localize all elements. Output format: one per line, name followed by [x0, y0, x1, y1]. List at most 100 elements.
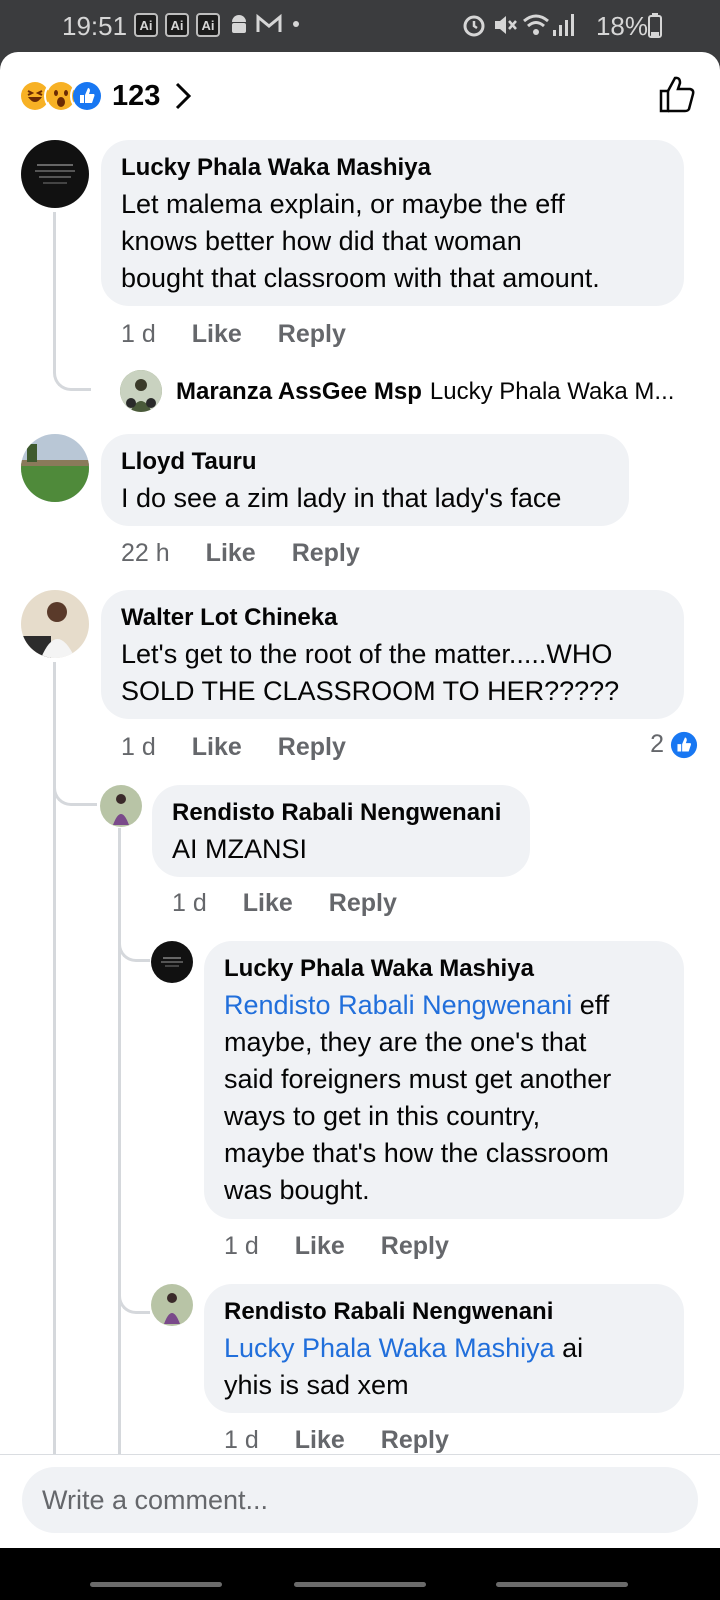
- mention-link[interactable]: Rendisto Rabali Nengwenani: [224, 990, 572, 1020]
- avatar-image: [100, 785, 142, 827]
- comment-line: Rendisto Rabali Nengwenani eff: [224, 987, 664, 1024]
- thread-connector: [53, 758, 97, 806]
- reply-preview[interactable]: Maranza AssGee Msp Lucky Phala Waka M...: [176, 378, 674, 406]
- like-button[interactable]: Like: [295, 1232, 345, 1261]
- reply-bubble[interactable]: Lucky Phala Waka Mashiya Rendisto Rabali…: [204, 941, 684, 1219]
- alarm-icon: [463, 15, 485, 37]
- comment-time: 1 d: [121, 733, 156, 761]
- comment-line: maybe that's how the classroom: [224, 1138, 609, 1168]
- status-bar: 19:51 Ai Ai Ai 18%: [0, 0, 720, 52]
- comment-line: bought that classroom with that amount.: [121, 263, 600, 293]
- reaction-count: 123: [112, 79, 161, 112]
- like-count-value: 2: [650, 730, 664, 758]
- comment-line: Let malema explain, or maybe the eff: [121, 189, 565, 219]
- comment-actions: 22 h Like Reply: [121, 539, 360, 568]
- avatar-image: [161, 957, 183, 967]
- reply-author[interactable]: Rendisto Rabali Nengwenani: [224, 1298, 664, 1326]
- ai-app-icon: Ai: [165, 13, 189, 37]
- comment-line: yhis is sad xem: [224, 1370, 409, 1400]
- reply-button[interactable]: Reply: [329, 889, 397, 918]
- like-thumb-icon[interactable]: [658, 74, 696, 114]
- comment-input[interactable]: Write a comment...: [22, 1467, 698, 1533]
- reply-bubble[interactable]: Rendisto Rabali Nengwenani AI MZANSI: [152, 785, 530, 877]
- reply-actions: 1 d Like Reply: [224, 1232, 449, 1261]
- reply-button[interactable]: Reply: [381, 1232, 449, 1261]
- like-button[interactable]: Like: [243, 889, 293, 918]
- comment-time: 1 d: [224, 1426, 259, 1454]
- like-button[interactable]: Like: [192, 320, 242, 349]
- comment-time: 1 d: [121, 320, 156, 348]
- avatar[interactable]: [21, 140, 89, 208]
- like-badge-icon: [670, 731, 698, 758]
- back-button[interactable]: [496, 1582, 628, 1587]
- avatar[interactable]: [100, 785, 142, 827]
- reply-button[interactable]: Reply: [278, 733, 346, 762]
- reply-bubble[interactable]: Rendisto Rabali Nengwenani Lucky Phala W…: [204, 1284, 684, 1413]
- comment-line: Lucky Phala Waka Mashiya ai: [224, 1330, 664, 1367]
- reply-actions: 1 d Like Reply: [224, 1426, 449, 1455]
- reply-button[interactable]: Reply: [292, 539, 360, 568]
- reply-actions: 1 d Like Reply: [172, 889, 397, 918]
- status-time: 19:51: [62, 11, 128, 41]
- thread-connector: [53, 212, 91, 391]
- like-button[interactable]: Like: [192, 733, 242, 762]
- avatar[interactable]: [21, 434, 89, 502]
- reactions-summary[interactable]: 123: [18, 74, 192, 118]
- comment-time: 1 d: [172, 889, 207, 917]
- mention-link[interactable]: Lucky Phala Waka Mashiya: [224, 1333, 555, 1363]
- comment-author[interactable]: Lucky Phala Waka Mashiya: [121, 154, 664, 182]
- battery-percent: 18%: [595, 11, 648, 41]
- avatar-image: [151, 1284, 193, 1326]
- comment-actions: 1 d Like Reply: [121, 733, 346, 762]
- comment-line: ways to get in this country,: [224, 1101, 541, 1131]
- comment-bubble[interactable]: Walter Lot Chineka Let's get to the root…: [101, 590, 684, 719]
- reply-author[interactable]: Lucky Phala Waka Mashiya: [224, 955, 664, 983]
- avatar-image: [21, 434, 89, 502]
- recent-apps-button[interactable]: [90, 1582, 222, 1587]
- home-button[interactable]: [294, 1582, 426, 1587]
- comment-actions: 1 d Like Reply: [121, 320, 346, 349]
- chevron-right-icon: [176, 82, 192, 110]
- avatar-image: [35, 164, 75, 184]
- avatar[interactable]: [120, 370, 162, 412]
- reply-author[interactable]: Rendisto Rabali Nengwenani: [172, 799, 510, 827]
- like-button[interactable]: Like: [295, 1426, 345, 1455]
- comment-line: SOLD THE CLASSROOM TO HER?????: [121, 676, 620, 706]
- comment-line-rest: eff: [572, 990, 610, 1020]
- composer-bar: Write a comment...: [0, 1454, 720, 1549]
- comment-line-rest: ai: [554, 1333, 584, 1363]
- comment-text: I do see a zim lady in that lady's face: [121, 480, 609, 517]
- like-button[interactable]: Like: [206, 539, 256, 568]
- thread-connector: [118, 932, 150, 962]
- signal-icon: [553, 14, 574, 36]
- reply-button[interactable]: Reply: [278, 320, 346, 349]
- android-robot-icon: [232, 15, 246, 33]
- comments-sheet: 123 Lucky Phala Waka Mashiya Let malema …: [0, 52, 720, 1600]
- wifi-icon: [523, 14, 549, 35]
- mute-icon: [495, 16, 517, 34]
- comment-author[interactable]: Lloyd Tauru: [121, 448, 609, 476]
- avatar-image: [21, 590, 89, 658]
- gmail-icon: [256, 13, 282, 32]
- avatar[interactable]: [151, 941, 193, 983]
- comment-line: maybe, they are the one's that: [224, 1027, 587, 1057]
- avatar[interactable]: [151, 1284, 193, 1326]
- avatar[interactable]: [21, 590, 89, 658]
- comment-bubble[interactable]: Lucky Phala Waka Mashiya Let malema expl…: [101, 140, 684, 306]
- comment-like-count[interactable]: 2: [650, 730, 698, 759]
- comment-line: said foreigners must get another: [224, 1064, 612, 1094]
- system-nav-bar: [0, 1548, 720, 1600]
- reply-text: Lucky Phala Waka Mashiya ai yhis is sad …: [224, 1330, 664, 1404]
- reply-text: Rendisto Rabali Nengwenani eff maybe, th…: [224, 987, 664, 1209]
- dot-icon: [293, 21, 299, 27]
- comment-bubble[interactable]: Lloyd Tauru I do see a zim lady in that …: [101, 434, 629, 526]
- reply-button[interactable]: Reply: [381, 1426, 449, 1455]
- comment-time: 1 d: [224, 1232, 259, 1260]
- avatar-image: [120, 370, 162, 412]
- reply-snippet: Lucky Phala Waka M...: [429, 378, 675, 405]
- reply-author: Maranza AssGee Msp: [176, 378, 422, 405]
- comment-line: AI MZANSI: [172, 834, 308, 864]
- battery-icon: [648, 13, 662, 38]
- comment-line: I do see a zim lady in that lady's face: [121, 483, 562, 513]
- comment-author[interactable]: Walter Lot Chineka: [121, 604, 664, 632]
